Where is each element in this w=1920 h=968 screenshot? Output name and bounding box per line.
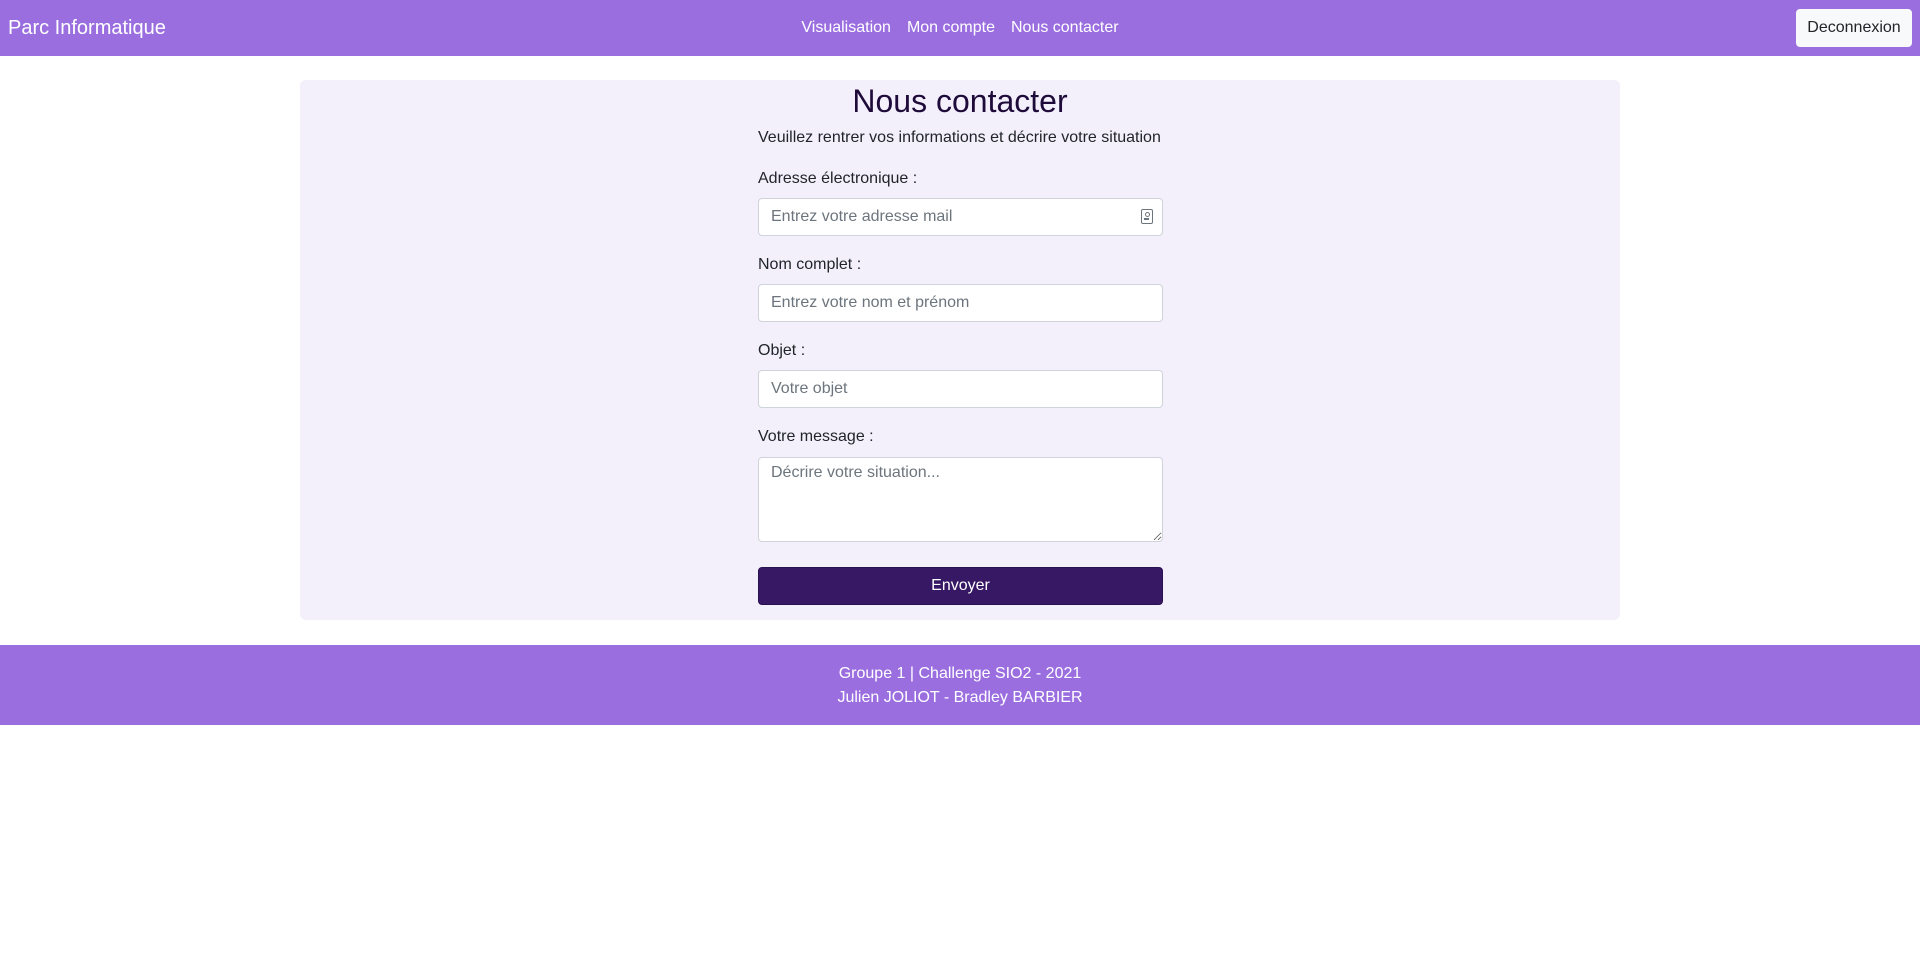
brand-link[interactable]: Parc Informatique xyxy=(8,0,166,56)
email-field[interactable] xyxy=(758,198,1163,236)
form-subtitle: Veuillez rentrer vos informations et déc… xyxy=(758,129,1161,146)
nav-link-nous-contacter[interactable]: Nous contacter xyxy=(1011,0,1119,56)
nav-link-visualisation[interactable]: Visualisation xyxy=(801,0,891,56)
nav-link-mon-compte[interactable]: Mon compte xyxy=(907,0,995,56)
subject-label: Objet : xyxy=(758,342,806,359)
subject-field[interactable] xyxy=(758,370,1163,408)
contact-card-icon[interactable] xyxy=(1141,209,1153,224)
logout-button[interactable]: Deconnexion xyxy=(1796,9,1912,47)
email-label: Adresse électronique : xyxy=(758,170,918,187)
footer-group-text: Groupe 1 | Challenge SIO2 - 2021 xyxy=(838,665,1082,682)
name-label: Nom complet : xyxy=(758,256,862,273)
send-button[interactable]: Envoyer xyxy=(758,567,1163,605)
name-field[interactable] xyxy=(758,284,1163,322)
page-title: Nous contacter xyxy=(852,83,1068,119)
navbar: Parc Informatique Visualisation Mon comp… xyxy=(0,0,1920,56)
footer-authors-text: Julien JOLIOT - Bradley BARBIER xyxy=(837,689,1083,706)
message-label: Votre message : xyxy=(758,428,874,445)
footer: Groupe 1 | Challenge SIO2 - 2021 Julien … xyxy=(0,645,1920,725)
nav-links: Visualisation Mon compte Nous contacter xyxy=(0,0,1920,56)
message-textarea[interactable] xyxy=(758,457,1163,542)
